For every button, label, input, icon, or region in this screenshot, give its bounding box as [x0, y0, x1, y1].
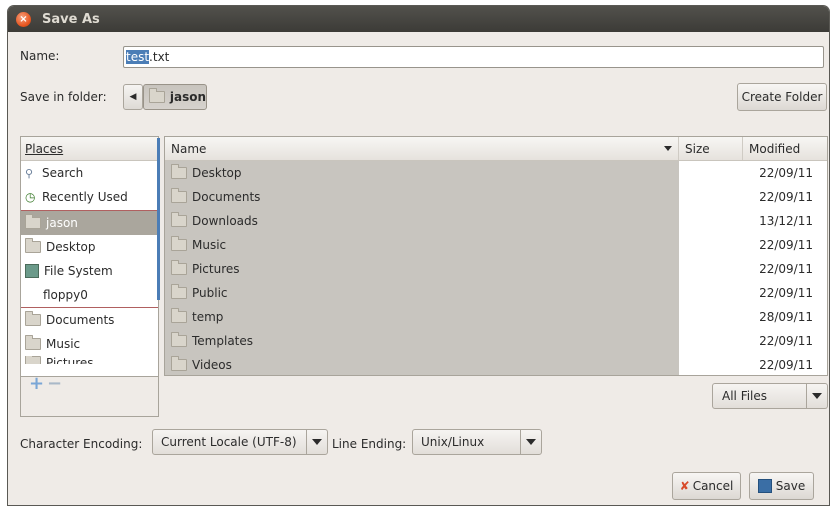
chevron-left-icon: ◀	[129, 92, 137, 102]
folder-icon	[171, 164, 187, 179]
sidebar-item-file-system[interactable]: File System	[21, 259, 158, 283]
clock-icon: ◷	[25, 190, 36, 204]
create-folder-label: Create Folder	[741, 90, 823, 104]
sidebar-item-search[interactable]: ⚲ Search	[21, 161, 158, 185]
places-header-label: Places	[25, 141, 64, 156]
path-button-label: jason	[169, 90, 206, 104]
chevron-down-icon	[806, 384, 827, 408]
files-header: Name Size Modified	[165, 137, 827, 161]
remove-place-icon[interactable]: −	[47, 377, 62, 394]
chevron-down-icon	[306, 430, 327, 454]
file-filter-select[interactable]: All Files	[712, 383, 828, 409]
add-place-icon[interactable]: +	[29, 377, 44, 394]
sidebar-item-desktop[interactable]: Desktop	[21, 235, 158, 259]
sort-down-icon	[664, 146, 672, 151]
folder-icon	[171, 260, 187, 275]
folder-icon	[171, 284, 187, 299]
cancel-icon: ✘	[679, 479, 690, 493]
cancel-button[interactable]: ✘ Cancel	[672, 472, 741, 500]
sidebar-item-jason[interactable]: jason	[21, 211, 158, 235]
places-buttons-bar: + −	[20, 377, 159, 417]
folder-icon	[25, 214, 41, 229]
sidebar-item-documents[interactable]: Documents	[21, 308, 158, 332]
line-ending-label: Line Ending:	[332, 437, 407, 451]
save-as-dialog: × Save As Name: test.txt Save in folder:…	[8, 6, 829, 505]
file-list: Desktop 22/09/11 Documents 22/09/11 Down…	[165, 161, 827, 375]
folder-icon	[25, 311, 41, 326]
table-row[interactable]: Videos 22/09/11	[165, 353, 827, 375]
floppy-save-icon	[757, 479, 772, 493]
title-bar: × Save As	[8, 6, 829, 32]
sidebar-item-recently-used[interactable]: ◷ Recently Used	[21, 185, 158, 209]
column-header-size[interactable]: Size	[679, 137, 743, 160]
places-header[interactable]: Places	[21, 137, 158, 161]
name-label: Name:	[20, 49, 60, 63]
sidebar-item-music[interactable]: Music	[21, 332, 158, 356]
files-panel: Name Size Modified Desktop 22/09/11 Docu…	[164, 136, 828, 376]
drive-icon	[25, 264, 39, 278]
encoding-select[interactable]: Current Locale (UTF-8)	[152, 429, 328, 455]
window-title: Save As	[42, 11, 100, 27]
column-header-name[interactable]: Name	[165, 137, 679, 160]
name-rest-text: .txt	[149, 50, 170, 64]
encoding-label: Character Encoding:	[20, 437, 143, 451]
folder-icon	[171, 212, 187, 227]
folder-icon	[171, 236, 187, 251]
name-input[interactable]: test.txt	[123, 46, 824, 68]
name-selected-text: test	[126, 50, 150, 64]
places-scrollbar[interactable]	[157, 138, 160, 300]
folder-icon	[25, 238, 41, 253]
places-panel: Places ⚲ Search ◷ Recently Used jason De…	[20, 136, 159, 377]
magnifier-icon: ⚲	[25, 166, 34, 180]
table-row[interactable]: Downloads 13/12/11	[165, 209, 827, 233]
folder-icon	[171, 188, 187, 203]
sidebar-item-floppy0[interactable]: floppy0	[21, 283, 158, 307]
table-row[interactable]: Documents 22/09/11	[165, 185, 827, 209]
sidebar-item-pictures[interactable]: Pictures	[21, 356, 158, 364]
chevron-down-icon	[520, 430, 541, 454]
table-row[interactable]: Desktop 22/09/11	[165, 161, 827, 185]
path-back-button[interactable]: ◀	[123, 84, 143, 110]
close-icon[interactable]: ×	[16, 11, 31, 27]
path-button-jason[interactable]: jason	[143, 84, 207, 110]
save-in-label: Save in folder:	[20, 90, 107, 104]
table-row[interactable]: Templates 22/09/11	[165, 329, 827, 353]
folder-icon	[171, 356, 187, 371]
table-row[interactable]: temp 28/09/11	[165, 305, 827, 329]
folder-icon	[171, 308, 187, 323]
folder-icon	[25, 356, 41, 364]
folder-icon	[25, 335, 41, 350]
table-row[interactable]: Public 22/09/11	[165, 281, 827, 305]
table-row[interactable]: Pictures 22/09/11	[165, 257, 827, 281]
folder-icon	[149, 88, 165, 103]
table-row[interactable]: Music 22/09/11	[165, 233, 827, 257]
save-button[interactable]: Save	[749, 472, 814, 500]
create-folder-button[interactable]: Create Folder	[737, 83, 827, 111]
line-ending-select[interactable]: Unix/Linux	[412, 429, 542, 455]
folder-icon	[171, 332, 187, 347]
column-header-modified[interactable]: Modified	[743, 137, 817, 160]
